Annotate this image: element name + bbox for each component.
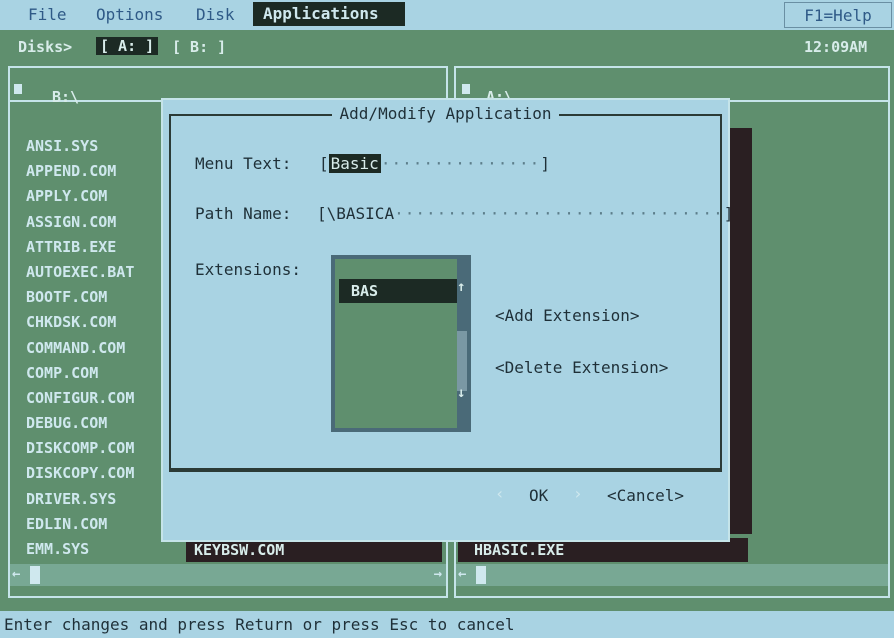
right-horizontal-scrollbar[interactable]: ← xyxy=(456,564,888,586)
path-name-field[interactable]: [\BASICA·······························] xyxy=(317,204,733,223)
extensions-scrollbar[interactable]: ↑ ↓ xyxy=(457,259,467,428)
add-modify-application-dialog: Add/Modify Application Menu Text: [Basic… xyxy=(163,100,733,540)
cancel-button[interactable]: <Cancel> xyxy=(607,486,684,505)
ok-button[interactable]: OK xyxy=(529,486,548,505)
path-name-padding: ······························· xyxy=(394,204,724,223)
drive-a-button[interactable]: [ A: ] xyxy=(96,37,159,55)
menu-text-field[interactable]: [Basic ···············] xyxy=(319,154,550,173)
scroll-thumb[interactable] xyxy=(30,566,40,584)
drive-b-button[interactable]: [ B: ] xyxy=(172,38,226,56)
disks-label: Disks> xyxy=(18,38,73,56)
dialog-title: Add/Modify Application xyxy=(163,104,728,123)
left-panel-path: B:\ xyxy=(52,88,80,106)
file-item[interactable]: APPEND.COM xyxy=(26,159,186,184)
file-item[interactable]: EDLIN.COM xyxy=(26,512,186,537)
menu-options[interactable]: Options xyxy=(96,5,163,24)
scroll-down-icon[interactable]: ↓ xyxy=(457,385,465,401)
file-item[interactable]: COMMAND.COM xyxy=(26,336,186,361)
right-panel-header: A:\ xyxy=(456,68,888,106)
status-bar: Enter changes and press Return or press … xyxy=(0,611,894,638)
path-name-value[interactable]: \BASICA xyxy=(327,204,394,223)
file-item[interactable]: DEBUG.COM xyxy=(26,411,186,436)
file-item[interactable]: ASSIGN.COM xyxy=(26,210,186,235)
extensions-listbox[interactable]: BAS ↑ ↓ xyxy=(331,255,471,432)
file-item[interactable]: EMM.SYS xyxy=(26,537,186,562)
menu-text-value[interactable]: Basic xyxy=(328,154,381,173)
scroll-thumb[interactable] xyxy=(476,566,486,584)
menu-bar: File Options Disk Applications F1=Help xyxy=(0,0,894,30)
file-item[interactable]: DRIVER.SYS xyxy=(26,487,186,512)
help-hint[interactable]: F1=Help xyxy=(784,2,892,28)
add-extension-button[interactable]: <Add Extension> xyxy=(495,306,640,325)
ok-right-marker-icon: › xyxy=(573,484,583,503)
extension-item[interactable]: BAS xyxy=(339,279,457,303)
delete-extension-button[interactable]: <Delete Extension> xyxy=(495,358,668,377)
dialog-divider xyxy=(169,470,722,472)
scroll-left-icon[interactable]: ← xyxy=(458,566,466,582)
ok-left-marker-icon: ‹ xyxy=(495,484,505,503)
menu-file[interactable]: File xyxy=(28,5,67,24)
scroll-left-icon[interactable]: ← xyxy=(12,566,20,582)
scroll-track[interactable] xyxy=(457,331,467,391)
extensions-label: Extensions: xyxy=(195,260,301,279)
menu-text-label: Menu Text: xyxy=(195,154,292,173)
right-list-column xyxy=(726,128,752,534)
scroll-right-icon[interactable]: → xyxy=(434,566,442,582)
file-item[interactable]: APPLY.COM xyxy=(26,184,186,209)
left-file-list: ANSI.SYS APPEND.COM APPLY.COM ASSIGN.COM… xyxy=(26,134,186,562)
file-item[interactable]: CHKDSK.COM xyxy=(26,310,186,335)
file-item[interactable]: DISKCOPY.COM xyxy=(26,461,186,486)
file-item[interactable]: BOOTF.COM xyxy=(26,285,186,310)
left-panel-header: B:\ xyxy=(10,68,446,106)
left-horizontal-scrollbar[interactable]: ← → xyxy=(10,564,446,586)
file-item[interactable]: ANSI.SYS xyxy=(26,134,186,159)
right-selected-file[interactable]: HBASIC.EXE xyxy=(458,538,748,562)
clock: 12:09AM xyxy=(804,38,868,56)
menu-disk[interactable]: Disk xyxy=(196,5,235,24)
left-selected-file[interactable]: KEYBSW.COM xyxy=(186,538,442,562)
file-item[interactable]: CONFIGUR.COM xyxy=(26,386,186,411)
right-panel-square-icon[interactable] xyxy=(462,84,470,94)
file-item[interactable]: ATTRIB.EXE xyxy=(26,235,186,260)
file-item[interactable]: DISKCOMP.COM xyxy=(26,436,186,461)
left-panel-square-icon[interactable] xyxy=(14,84,22,94)
menu-text-padding: ··············· xyxy=(380,154,541,173)
scroll-up-icon[interactable]: ↑ xyxy=(457,279,465,295)
file-item[interactable]: AUTOEXEC.BAT xyxy=(26,260,186,285)
menu-applications[interactable]: Applications xyxy=(253,2,405,26)
disk-bar: Disks> [ A: ] [ B: ] 12:09AM xyxy=(0,30,894,66)
path-name-label: Path Name: xyxy=(195,204,292,223)
file-item[interactable]: COMP.COM xyxy=(26,361,186,386)
